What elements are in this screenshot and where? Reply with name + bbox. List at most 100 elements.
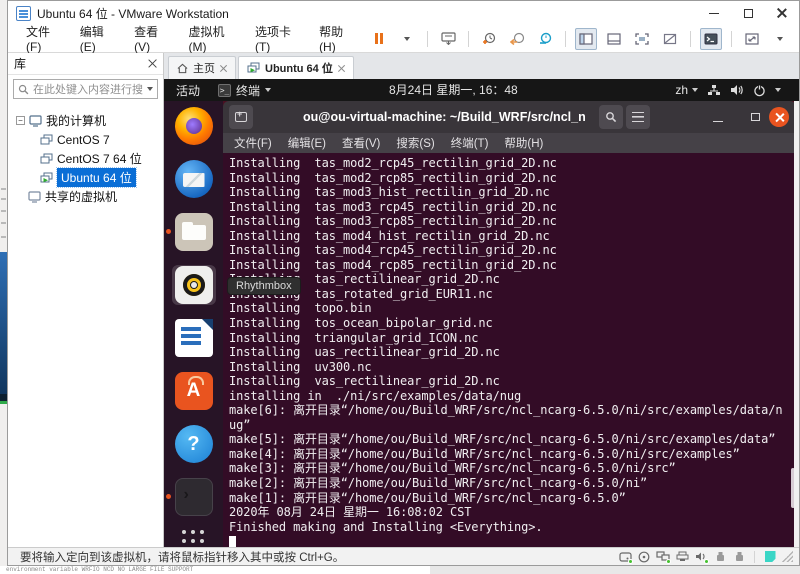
vm-display: 活动 >_ 终端 8月24日 星期一, 16：48 zh: [164, 79, 799, 547]
text-cursor: [229, 536, 236, 547]
tab-close-icon[interactable]: [220, 65, 227, 72]
take-snapshot-icon[interactable]: [478, 28, 500, 50]
terminal-close-button[interactable]: [769, 107, 789, 127]
terminal-menu-terminal[interactable]: 终端(T): [444, 135, 496, 151]
library-search-input[interactable]: 在此处键入内容进行搜索: [13, 79, 158, 99]
dock-ubuntu-software-icon[interactable]: A: [172, 371, 216, 411]
search-icon: [605, 111, 617, 123]
new-tab-button[interactable]: [229, 105, 253, 129]
vm-running-icon: [247, 62, 260, 74]
terminal-line: Installing tas_mod4_hist_rectilin_grid_2…: [229, 229, 796, 244]
library-close-icon[interactable]: [148, 59, 157, 68]
close-button[interactable]: [765, 1, 799, 25]
terminal-line: make[4]: 离开目录“/home/ou/Build_WRF/src/ncl…: [229, 447, 796, 462]
terminal-menu-search[interactable]: 搜索(S): [389, 135, 441, 151]
printer-status-icon[interactable]: [675, 551, 689, 563]
shared-vm-icon: [28, 191, 41, 203]
menu-view[interactable]: 查看(V): [124, 25, 178, 52]
input-method-indicator[interactable]: zh: [675, 83, 698, 97]
network-adapter-status-icon[interactable]: [656, 551, 670, 563]
search-placeholder: 在此处键入内容进行搜索: [33, 81, 143, 97]
terminal-minimize-button[interactable]: [706, 105, 730, 129]
vm-icon: [40, 134, 53, 146]
tree-item-centos7[interactable]: CentOS 7: [8, 130, 163, 149]
maximize-button[interactable]: [731, 1, 765, 25]
menu-help[interactable]: 帮助(H): [309, 25, 364, 52]
stretch-view-icon[interactable]: [741, 28, 763, 50]
search-icon: [18, 84, 29, 95]
tab-close-icon[interactable]: [338, 65, 345, 72]
minimize-button[interactable]: [697, 1, 731, 25]
revert-snapshot-icon[interactable]: [506, 28, 528, 50]
dock-files-icon[interactable]: [172, 212, 216, 252]
menu-edit[interactable]: 编辑(E): [70, 25, 124, 52]
menu-file[interactable]: 文件(F): [16, 25, 70, 52]
background-window-sliver: [0, 0, 7, 574]
dock-libreoffice-writer-icon[interactable]: [172, 318, 216, 358]
network-icon[interactable]: [707, 84, 721, 96]
tree-item-shared-vms[interactable]: 共享的虚拟机: [8, 187, 163, 206]
dock-help-icon[interactable]: ?: [172, 424, 216, 464]
focused-app-menu[interactable]: >_ 终端: [218, 82, 271, 99]
tree-item-my-computer[interactable]: − 我的计算机: [8, 111, 163, 130]
vmware-window: Ubuntu 64 位 - VMware Workstation 文件(F) 编…: [7, 0, 800, 566]
collapse-icon[interactable]: −: [16, 116, 25, 125]
clock-button[interactable]: 8月24日 星期一, 16：48: [389, 79, 518, 101]
terminal-output: Installing tas_mod2_rcp45_rectilin_grid_…: [223, 153, 796, 547]
selected-vm-label: Ubuntu 64 位: [57, 168, 136, 187]
show-applications-button[interactable]: [182, 530, 205, 547]
tab-ubuntu64[interactable]: Ubuntu 64 位: [238, 56, 354, 79]
screen: { "vmware": { "title": "Ubuntu 64 位 - VM…: [0, 0, 800, 574]
tab-home[interactable]: 主页: [168, 56, 236, 79]
search-dropdown-icon[interactable]: [147, 87, 153, 91]
activities-button[interactable]: 活动: [176, 82, 200, 99]
tree-item-centos7-64[interactable]: CentOS 7 64 位: [8, 149, 163, 168]
unity-mode-icon[interactable]: [659, 28, 681, 50]
manage-snapshots-icon[interactable]: [534, 28, 556, 50]
usb-device-icon[interactable]: [713, 551, 727, 563]
terminal-menu-file[interactable]: 文件(F): [227, 135, 279, 151]
usb-device-icon[interactable]: [732, 551, 746, 563]
terminal-line: Installing tos_ocean_bipolar_grid.nc: [229, 316, 796, 331]
show-thumbnail-bar-icon[interactable]: [603, 28, 625, 50]
suspend-button[interactable]: [368, 28, 390, 50]
terminal-line: Installing tas_rotated_grid_EUR11.nc: [229, 287, 796, 302]
terminal-menu-help[interactable]: 帮助(H): [497, 135, 550, 151]
terminal-maximize-button[interactable]: [743, 105, 767, 129]
console-view-icon[interactable]: [700, 28, 722, 50]
dock-rhythmbox-icon[interactable]: [172, 265, 216, 305]
volume-icon[interactable]: [730, 84, 744, 96]
show-library-icon[interactable]: [575, 28, 597, 50]
terminal-menu-button[interactable]: [626, 105, 650, 129]
library-sidebar: 库 在此处键入内容进行搜索 − 我的计算机 CentOS 7: [8, 53, 164, 547]
resize-grip[interactable]: [782, 551, 793, 562]
cdrom-status-icon[interactable]: [637, 551, 651, 563]
terminal-line: Installing tas_mod3_rcp85_rectilin_grid_…: [229, 214, 796, 229]
dock-thunderbird-icon[interactable]: [172, 159, 216, 199]
chevron-down-icon[interactable]: [775, 88, 781, 92]
dock-terminal-icon[interactable]: [172, 477, 216, 517]
sound-status-icon[interactable]: [694, 551, 708, 563]
terminal-menu-edit[interactable]: 编辑(E): [281, 135, 333, 151]
vm-icon: [40, 153, 53, 165]
send-ctrl-alt-del-icon[interactable]: [437, 28, 459, 50]
terminal-search-button[interactable]: [599, 105, 623, 129]
terminal-line: make[6]: 离开目录“/home/ou/Build_WRF/src/ncl…: [229, 403, 796, 418]
dock-firefox-icon[interactable]: [172, 106, 216, 146]
menu-vm[interactable]: 虚拟机(M): [179, 25, 245, 52]
terminal-menu-view[interactable]: 查看(V): [335, 135, 387, 151]
suspend-dropdown[interactable]: [396, 28, 418, 50]
fullscreen-icon[interactable]: [631, 28, 653, 50]
tab-strip: 主页 Ubuntu 64 位: [164, 53, 799, 79]
terminal-line: ug”: [229, 418, 796, 433]
stretch-dropdown[interactable]: [769, 28, 791, 50]
tree-item-ubuntu64[interactable]: Ubuntu 64 位: [8, 168, 163, 187]
menu-tabs[interactable]: 选项卡(T): [245, 25, 309, 52]
harddisk-status-icon[interactable]: [618, 551, 632, 563]
power-icon[interactable]: [753, 84, 766, 97]
dock: A ?: [164, 101, 223, 547]
terminal-line: make[3]: 离开目录“/home/ou/Build_WRF/src/ncl…: [229, 461, 796, 476]
message-log-icon[interactable]: [763, 551, 777, 563]
terminal-line: make[5]: 离开目录“/home/ou/Build_WRF/src/ncl…: [229, 432, 796, 447]
vm-display-edge: [794, 101, 799, 547]
